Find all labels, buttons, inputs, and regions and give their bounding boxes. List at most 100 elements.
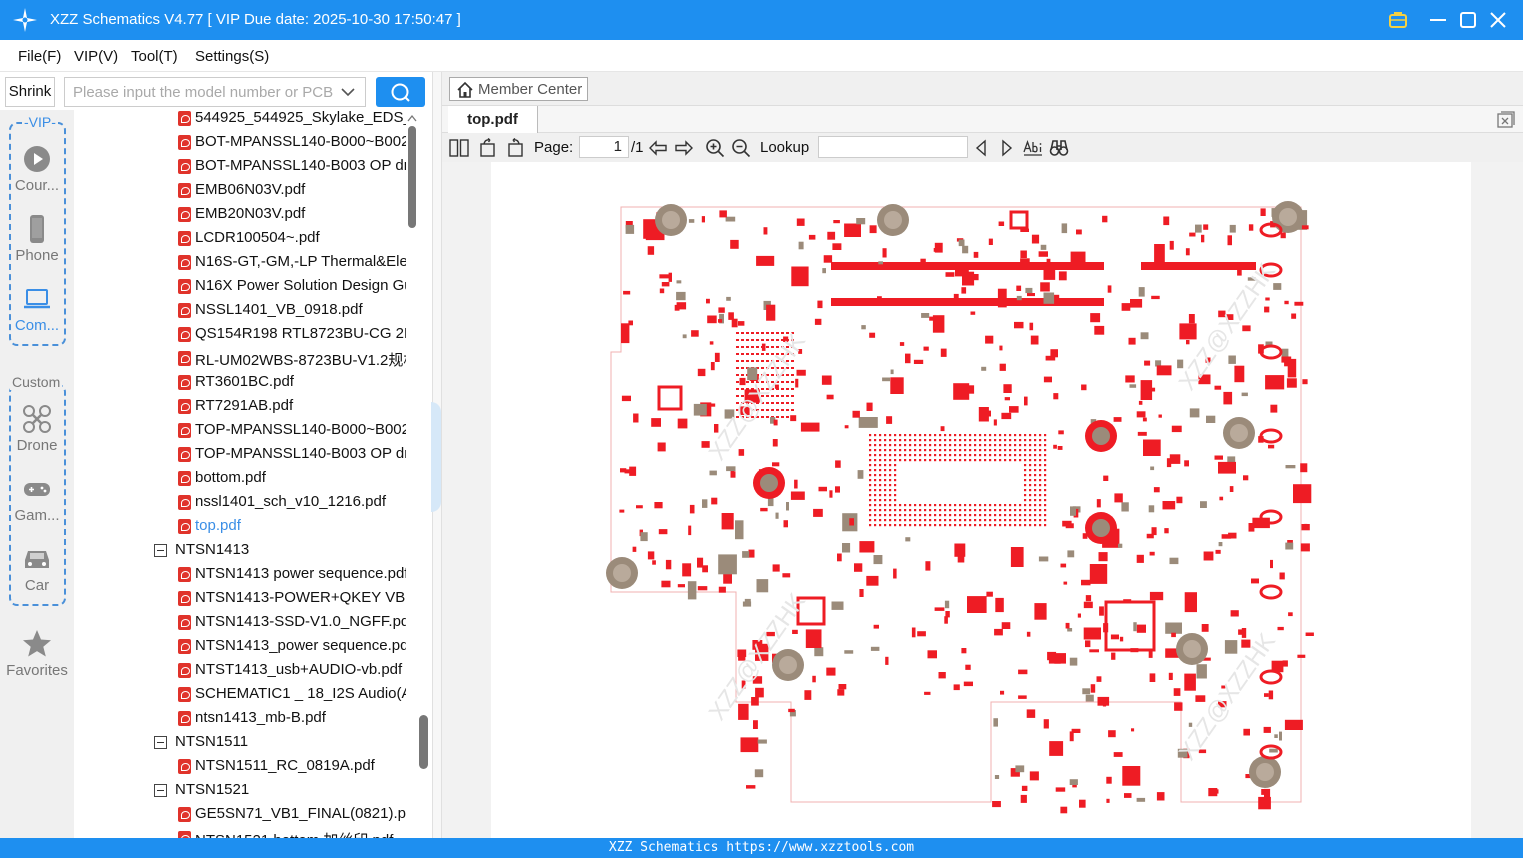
pdf-viewer[interactable]: XZZ@XZZHK XZZ@XZZHK XZZ@XZZHK XZZ@XZZHK xyxy=(442,162,1523,838)
tree-file[interactable]: SCHEMATIC1 _ 18_I2S Audio(ALC xyxy=(74,682,406,706)
tree-folder[interactable]: NTSN1511 xyxy=(74,730,406,754)
favorites-label: Favorites xyxy=(6,662,68,679)
zoom-out-icon[interactable] xyxy=(731,138,751,158)
tree-file[interactable]: NTSN1413 power sequence.pdf xyxy=(74,562,406,586)
search-icon xyxy=(391,83,410,102)
tree-file[interactable]: NTSN1413-POWER+QKEY VB pcb xyxy=(74,586,406,610)
tree-file[interactable]: RL-UM02WBS-8723BU-V1.2规格书 xyxy=(74,346,406,370)
maximize-icon[interactable] xyxy=(1456,8,1480,32)
tree-item-label: 544925_544925_Skylake_EDS_Vol1 xyxy=(195,110,406,126)
pdf-file-icon xyxy=(178,351,191,366)
tree-file[interactable]: ntsn1413_mb-B.pdf xyxy=(74,706,406,730)
laptop-icon xyxy=(24,289,50,309)
previous-page-icon[interactable] xyxy=(648,138,668,158)
sidebar-item-courses[interactable]: Cour... xyxy=(0,142,74,202)
phone-icon xyxy=(30,215,44,243)
tree-file[interactable]: NTST1413_usb+AUDIO-vb.pdf xyxy=(74,658,406,682)
menu-file[interactable]: File(F) xyxy=(18,48,61,65)
tree-item-label: EMB20N03V.pdf xyxy=(195,205,306,222)
sidebar-item-computer[interactable]: Com... xyxy=(0,282,74,342)
tree-item-label: N16X Power Solution Design Guide xyxy=(195,277,406,294)
shrink-button[interactable]: Shrink xyxy=(5,77,55,107)
sidebar-item-game[interactable]: Gam... xyxy=(0,472,74,532)
member-center-label: Member Center xyxy=(478,81,583,98)
rotate-right-icon[interactable] xyxy=(505,138,525,158)
sidebar-item-drone[interactable]: Drone xyxy=(0,402,74,462)
next-page-icon[interactable] xyxy=(674,138,694,158)
tab-top-pdf[interactable]: top.pdf xyxy=(448,106,538,133)
close-icon[interactable] xyxy=(1486,8,1510,32)
gamepad-icon xyxy=(24,483,50,496)
find-next-icon[interactable] xyxy=(997,138,1017,158)
binoculars-icon[interactable] xyxy=(1049,138,1069,158)
tree-file[interactable]: NSSL1401_VB_0918.pdf xyxy=(74,298,406,322)
tree-folder[interactable]: NTSN1521 xyxy=(74,778,406,802)
tree-file[interactable]: top.pdf xyxy=(74,514,406,538)
home-icon xyxy=(457,81,473,98)
pdf-file-icon xyxy=(178,615,191,630)
search-button[interactable] xyxy=(376,77,425,107)
two-page-icon[interactable] xyxy=(449,138,469,158)
tree-item-label: NTSN1521 bottom 加丝印.pdf xyxy=(195,829,406,838)
chevron-down-icon[interactable] xyxy=(341,86,355,98)
tree-file[interactable]: NTSN1413-SSD-V1.0_NGFF.pdf xyxy=(74,610,406,634)
tree-file[interactable]: nssl1401_sch_v10_1216.pdf xyxy=(74,490,406,514)
find-previous-icon[interactable] xyxy=(971,138,991,158)
sidebar-item-favorites[interactable]: Favorites xyxy=(0,627,74,687)
pdf-file-icon xyxy=(178,303,191,318)
close-all-tabs-icon[interactable] xyxy=(1497,111,1515,129)
tree-file[interactable]: RT3601BC.pdf xyxy=(74,370,406,394)
tree-file[interactable]: bottom.pdf xyxy=(74,466,406,490)
tree-item-label: BOT-MPANSSL140-B003 OP draw xyxy=(195,157,406,174)
tree-file[interactable]: EMB06N03V.pdf xyxy=(74,178,406,202)
sidebar-item-label: Com... xyxy=(14,317,60,334)
tree-file[interactable]: QS154R198 RTL8723BU-CG 2PCS xyxy=(74,322,406,346)
page-number-input[interactable]: 1 xyxy=(579,136,629,158)
star-icon xyxy=(23,630,51,657)
search-combobox[interactable] xyxy=(64,77,366,107)
tree-file[interactable]: 544925_544925_Skylake_EDS_Vol1 xyxy=(74,110,406,130)
sidebar-item-label: Car xyxy=(24,577,50,594)
minimize-icon[interactable] xyxy=(1426,8,1450,32)
sidebar-item-car[interactable]: Car xyxy=(0,542,74,602)
sidebar-item-phone[interactable]: Phone xyxy=(0,212,74,272)
pane-splitter[interactable] xyxy=(431,72,442,838)
tree-folder[interactable]: NTSN1413 xyxy=(74,538,406,562)
sidebar-item-label: Phone xyxy=(15,247,59,264)
tree-item-label: EMB06N03V.pdf xyxy=(195,181,306,198)
tree-file[interactable]: LCDR100504~.pdf xyxy=(74,226,406,250)
tree-file[interactable]: RT7291AB.pdf xyxy=(74,394,406,418)
tree-file[interactable]: NTSN1413_power sequence.pdf xyxy=(74,634,406,658)
tree-item-label: QS154R198 RTL8723BU-CG 2PCS xyxy=(195,325,406,342)
tree-file[interactable]: N16S-GT,-GM,-LP Thermal&Electrical xyxy=(74,250,406,274)
zoom-in-icon[interactable] xyxy=(705,138,725,158)
collapse-toggle-icon[interactable] xyxy=(154,544,167,557)
tree-file[interactable]: N16X Power Solution Design Guide xyxy=(74,274,406,298)
collapse-handle[interactable] xyxy=(431,402,441,512)
pdf-file-icon xyxy=(178,831,191,838)
tree-file[interactable]: GE5SN71_VB1_FINAL(0821).pdf xyxy=(74,802,406,826)
tree-file[interactable]: TOP-MPANSSL140-B000~B002 xyxy=(74,418,406,442)
rotate-left-icon[interactable] xyxy=(478,138,498,158)
collapse-toggle-icon[interactable] xyxy=(154,784,167,797)
lookup-input[interactable] xyxy=(818,136,968,158)
tree-file[interactable]: TOP-MPANSSL140-B003 OP draw xyxy=(74,442,406,466)
tree-file[interactable]: EMB20N03V.pdf xyxy=(74,202,406,226)
briefcase-icon[interactable] xyxy=(1386,8,1410,32)
tree-file[interactable]: BOT-MPANSSL140-B003 OP draw xyxy=(74,154,406,178)
tree-file[interactable]: NTSN1511_RC_0819A.pdf xyxy=(74,754,406,778)
collapse-toggle-icon[interactable] xyxy=(154,736,167,749)
sidebar-item-label: Drone xyxy=(16,437,58,454)
svg-text:XZZ@XZZHK: XZZ@XZZHK xyxy=(704,328,811,465)
match-case-icon[interactable] xyxy=(1023,138,1043,158)
pdf-pane: Member Center top.pdf Page: 1 /1 Lookup … xyxy=(442,72,1523,838)
menu-tool[interactable]: Tool(T) xyxy=(131,48,178,65)
member-center-button[interactable]: Member Center xyxy=(449,77,588,101)
search-input[interactable] xyxy=(65,78,335,106)
menu-settings[interactable]: Settings(S) xyxy=(195,48,269,65)
tree-file[interactable]: BOT-MPANSSL140-B000~B002 xyxy=(74,130,406,154)
tree-file[interactable]: NTSN1521 bottom 加丝印.pdf xyxy=(74,826,406,838)
tree-outer-scrollbar[interactable] xyxy=(417,110,431,838)
tree-item-label: NTSN1413 power sequence.pdf xyxy=(195,565,406,582)
menu-vip[interactable]: VIP(V) xyxy=(74,48,118,65)
